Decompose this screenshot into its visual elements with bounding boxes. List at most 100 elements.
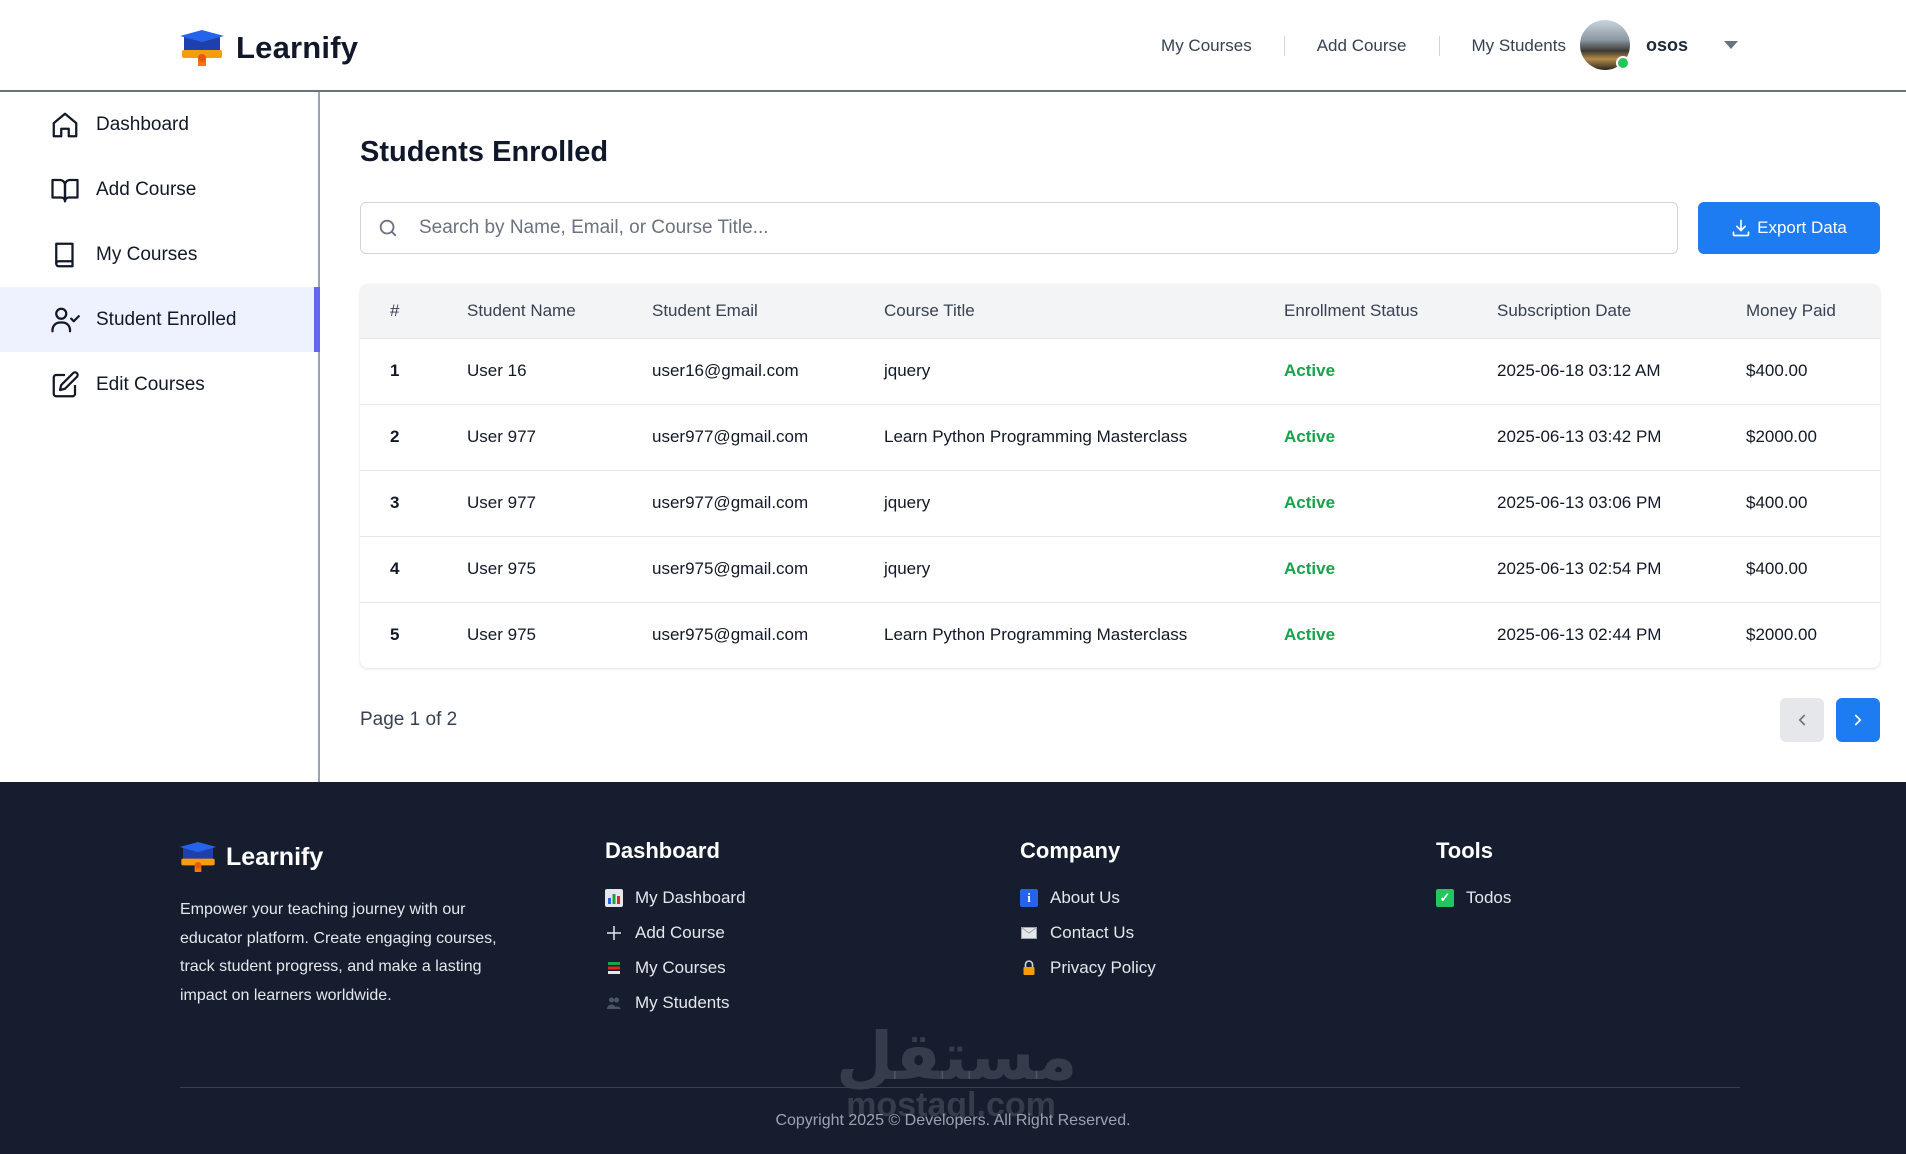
chevron-down-icon[interactable]	[1724, 41, 1739, 49]
book-icon	[55, 242, 74, 267]
footer-column-dashboard: Dashboard My Dashboard Add Course My Cou…	[605, 838, 746, 1020]
cell-status-badge: Active	[1284, 625, 1336, 645]
cell-index: 3	[390, 493, 400, 512]
cell-student-name: User 977	[467, 427, 536, 446]
nav-my-courses[interactable]: My Courses	[1161, 36, 1252, 56]
chevron-right-icon	[1854, 714, 1862, 726]
cell-course-title: Learn Python Programming Masterclass	[884, 427, 1188, 446]
footer-column-title: Dashboard	[605, 838, 720, 863]
user-menu[interactable]: osos	[1580, 20, 1739, 70]
sidebar-item-dashboard[interactable]: Dashboard	[0, 92, 318, 157]
cell-student-email: user975@gmail.com	[652, 559, 809, 578]
cell-index: 4	[390, 559, 400, 578]
footer-link-about-us[interactable]: i About Us	[1020, 880, 1156, 915]
search-input[interactable]	[419, 217, 1619, 239]
download-icon	[1732, 219, 1750, 237]
footer-link-my-courses[interactable]: My Courses	[605, 950, 746, 985]
footer-link-label: Contact Us	[1050, 922, 1135, 942]
top-header: Learnify My Courses Add Course My Studen…	[0, 0, 1906, 92]
nav-add-course[interactable]: Add Course	[1317, 36, 1407, 56]
sidebar-item-student-enrolled[interactable]: Student Enrolled	[0, 287, 320, 352]
footer-link-label: My Dashboard	[635, 887, 746, 907]
search-box[interactable]	[360, 202, 1678, 254]
sidebar-item-label: Add Course	[96, 178, 197, 200]
checkbox-icon: ✓	[1436, 888, 1454, 907]
column-header-money-paid: Money Paid	[1746, 300, 1836, 320]
footer-description: Empower your teaching journey with our e…	[180, 901, 497, 1004]
cell-index: 5	[390, 625, 400, 645]
export-label: Export Data	[1757, 218, 1847, 237]
export-data-button[interactable]: Export Data	[1698, 202, 1880, 254]
home-icon	[52, 112, 78, 137]
cell-student-email: user977@gmail.com	[652, 493, 809, 512]
column-header-student-email: Student Email	[652, 300, 758, 320]
cell-student-email: user975@gmail.com	[652, 625, 809, 645]
footer-brand[interactable]: Learnify	[178, 840, 323, 874]
graduation-cap-logo-icon	[180, 30, 224, 66]
cell-status-badge: Active	[1284, 427, 1336, 446]
footer-link-label: Add Course	[635, 922, 725, 942]
cell-subscription-date: 2025-06-13 03:06 PM	[1497, 493, 1662, 512]
info-icon: i	[1020, 888, 1038, 907]
open-book-icon	[51, 178, 79, 202]
sidebar-item-my-courses[interactable]: My Courses	[0, 222, 318, 287]
footer-link-my-students[interactable]: My Students	[605, 985, 746, 1020]
plus-icon	[605, 924, 623, 942]
online-status-dot	[1616, 56, 1630, 70]
footer-column-tools: Tools ✓ Todos	[1436, 838, 1511, 915]
cell-money-paid: $2000.00	[1746, 625, 1817, 645]
cell-course-title: jquery	[884, 361, 931, 380]
cell-student-email: user16@gmail.com	[652, 361, 799, 380]
nav-separator	[1438, 36, 1440, 56]
footer-link-contact-us[interactable]: Contact Us	[1020, 915, 1156, 950]
table-row: 5 User 975 user975@gmail.com Learn Pytho…	[360, 602, 1880, 668]
next-page-button[interactable]	[1836, 698, 1880, 742]
watermark: مستقل mostaql.com	[836, 1018, 1078, 1125]
cell-money-paid: $2000.00	[1746, 427, 1817, 446]
user-name: osos	[1646, 34, 1689, 55]
table-row: 2 User 977 user977@gmail.com Learn Pytho…	[360, 404, 1880, 470]
cell-subscription-date: 2025-06-18 03:12 AM	[1497, 361, 1661, 380]
table-row: 3 User 977 user977@gmail.com jquery Acti…	[360, 470, 1880, 536]
brand-name: Learnify	[236, 30, 359, 65]
avatar[interactable]	[1580, 20, 1630, 70]
column-header-student-name: Student Name	[467, 300, 576, 320]
chevron-left-icon	[1798, 714, 1806, 726]
footer-link-my-dashboard[interactable]: My Dashboard	[605, 880, 746, 915]
cell-status-badge: Active	[1284, 361, 1336, 380]
cell-student-name: User 975	[467, 559, 536, 578]
brand[interactable]: Learnify	[178, 28, 358, 68]
footer: Learnify Empower your teaching journey w…	[0, 782, 1906, 1154]
footer-link-label: My Courses	[635, 957, 726, 977]
footer-column-title: Tools	[1436, 838, 1494, 863]
cell-status-badge: Active	[1284, 493, 1336, 512]
cell-money-paid: $400.00	[1746, 493, 1808, 512]
footer-link-add-course[interactable]: Add Course	[605, 915, 746, 950]
envelope-icon	[1020, 924, 1038, 942]
footer-link-label: My Students	[635, 992, 730, 1012]
watermark-arabic: مستقل	[836, 1018, 1078, 1095]
cell-subscription-date: 2025-06-13 02:44 PM	[1497, 625, 1662, 645]
sidebar-item-edit-courses[interactable]: Edit Courses	[0, 352, 318, 417]
user-check-icon	[51, 307, 80, 332]
pagination-info: Page 1 of 2	[360, 709, 458, 730]
column-header-subscription-date: Subscription Date	[1497, 300, 1632, 320]
sidebar-item-label: Edit Courses	[96, 373, 205, 395]
chart-icon	[605, 888, 623, 907]
column-header-course-title: Course Title	[884, 300, 975, 320]
footer-link-label: Todos	[1466, 887, 1512, 907]
footer-column-company: Company i About Us Contact Us Privacy Po…	[1020, 838, 1156, 985]
previous-page-button[interactable]	[1780, 698, 1824, 742]
books-icon	[605, 959, 623, 977]
footer-link-privacy-policy[interactable]: Privacy Policy	[1020, 950, 1156, 985]
sidebar-item-add-course[interactable]: Add Course	[0, 157, 318, 222]
cell-status-badge: Active	[1284, 559, 1336, 578]
cell-money-paid: $400.00	[1746, 559, 1808, 578]
cell-subscription-date: 2025-06-13 03:42 PM	[1497, 427, 1662, 446]
cell-course-title: jquery	[884, 493, 931, 512]
footer-link-todos[interactable]: ✓ Todos	[1436, 880, 1511, 915]
nav-my-students[interactable]: My Students	[1472, 36, 1567, 56]
graduation-cap-logo-icon	[179, 842, 217, 872]
cell-student-name: User 977	[467, 493, 536, 512]
copyright: Copyright 2025 © Developers. All Right R…	[775, 1112, 1131, 1129]
